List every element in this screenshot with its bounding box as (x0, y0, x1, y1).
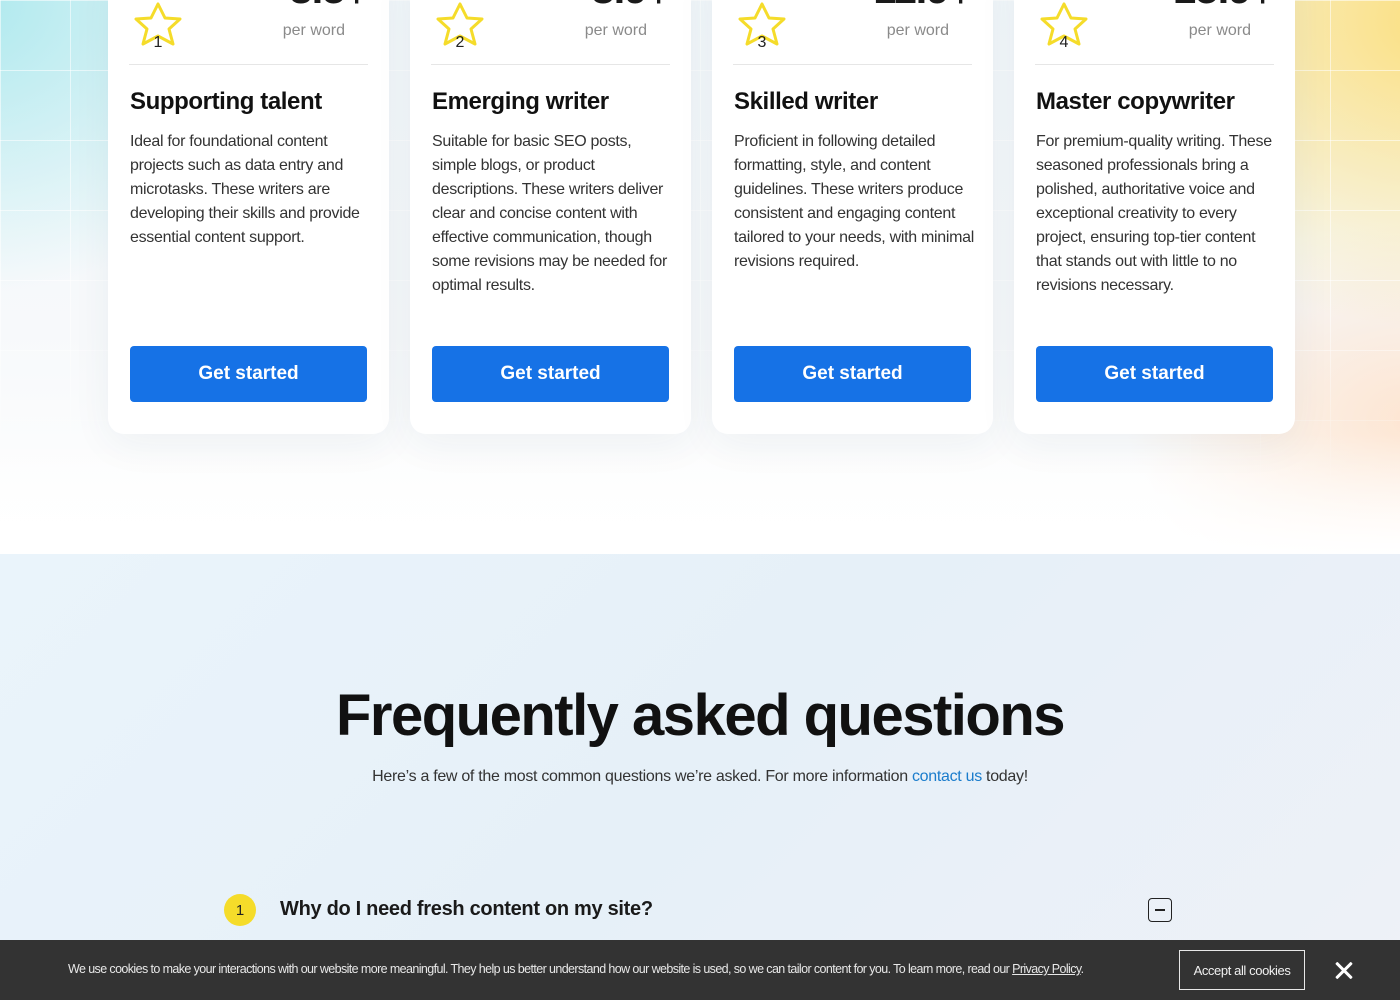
price-unit: per word (282, 22, 345, 39)
card-divider (733, 64, 972, 65)
privacy-policy-link[interactable]: Privacy Policy (1012, 962, 1081, 976)
faq-question[interactable]: Why do I need fresh content on my site? (280, 898, 653, 921)
card-divider (1035, 64, 1274, 65)
pricing-cards: 1 3.5¢ per word Supporting talent Ideal … (108, 0, 1295, 434)
faq-item[interactable]: 1 Why do I need fresh content on my site… (224, 894, 1172, 926)
get-started-button[interactable]: Get started (1036, 346, 1273, 402)
get-started-button[interactable]: Get started (734, 346, 971, 402)
price: 15.9¢ (1173, 0, 1274, 10)
card-description: Proficient in following detailed formatt… (734, 133, 974, 270)
pricing-card-emerging-writer: 2 8.9¢ per word Emerging writer Suitable… (410, 0, 691, 434)
faq-title: Frequently asked questions (335, 683, 1066, 748)
card-title: Skilled writer (734, 88, 878, 115)
cookie-message-text: We use cookies to make your interactions… (68, 962, 1013, 976)
level-number: 4 (1059, 34, 1069, 51)
level-number: 2 (455, 34, 465, 51)
card-title: Master copywriter (1036, 88, 1235, 115)
pricing-card-master-copywriter: 4 15.9¢ per word Master copywriter For p… (1014, 0, 1295, 434)
card-divider (431, 64, 670, 65)
star-icon: 1 (128, 0, 192, 54)
get-started-button[interactable]: Get started (432, 346, 669, 402)
card-description: Suitable for basic SEO posts, simple blo… (432, 133, 667, 294)
price: 11.9¢ (873, 0, 972, 10)
cookie-banner: We use cookies to make your interactions… (0, 940, 1400, 1000)
faq-section: Frequently asked questions Here’s a few … (0, 554, 1400, 1000)
close-icon[interactable] (1332, 958, 1356, 982)
background-fade (0, 434, 1400, 554)
star-icon: 2 (430, 0, 494, 54)
faq-subtitle: Here’s a few of the most common question… (0, 768, 1400, 786)
minus-icon[interactable] (1148, 898, 1172, 922)
get-started-button[interactable]: Get started (130, 346, 367, 402)
card-title: Emerging writer (432, 88, 609, 115)
price: 8.9¢ (591, 0, 670, 10)
accept-cookies-button[interactable]: Accept all cookies (1179, 950, 1305, 990)
star-icon: 4 (1034, 0, 1098, 54)
faq-number-badge: 1 (224, 894, 256, 926)
star-icon: 3 (732, 0, 796, 54)
cookie-message-end: . (1080, 962, 1084, 976)
level-number: 3 (757, 34, 767, 51)
card-description: Ideal for foundational content projects … (130, 133, 360, 246)
level-number: 1 (153, 34, 163, 51)
faq-subtitle-end: today! (981, 768, 1028, 785)
card-title: Supporting talent (130, 88, 322, 115)
price-unit: per word (886, 22, 949, 39)
price-unit: per word (1188, 22, 1251, 39)
pricing-card-skilled-writer: 3 11.9¢ per word Skilled writer Proficie… (712, 0, 993, 434)
card-description: For premium-quality writing. These seaso… (1036, 133, 1272, 294)
contact-us-link[interactable]: contact us (912, 768, 982, 785)
pricing-section: 1 3.5¢ per word Supporting talent Ideal … (0, 0, 1400, 554)
pricing-card-supporting-talent: 1 3.5¢ per word Supporting talent Ideal … (108, 0, 389, 434)
cookie-message: We use cookies to make your interactions… (68, 962, 1084, 976)
card-divider (129, 64, 368, 65)
faq-subtitle-text: Here’s a few of the most common question… (372, 768, 912, 785)
price-unit: per word (584, 22, 647, 39)
price: 3.5¢ (289, 0, 368, 10)
